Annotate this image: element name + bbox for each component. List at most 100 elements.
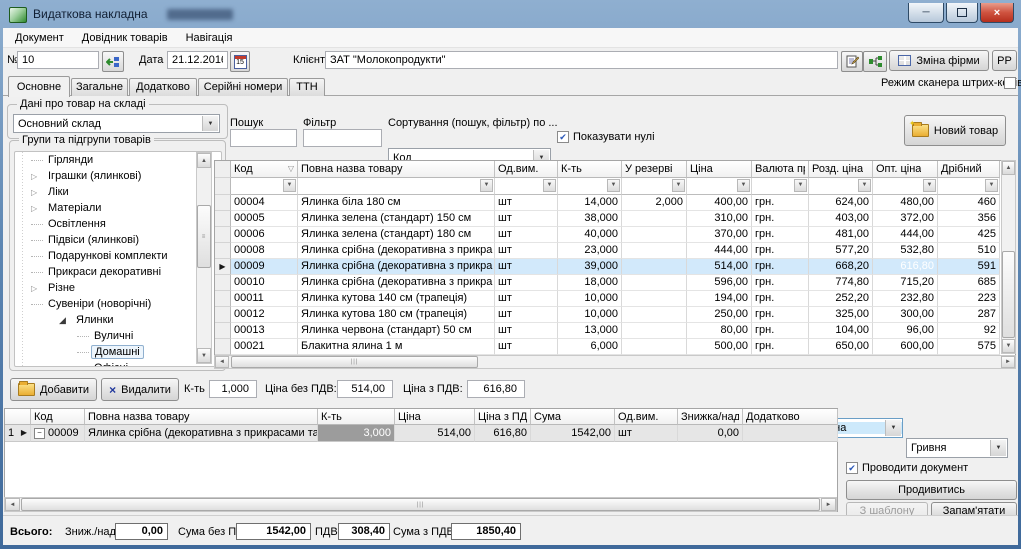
tree-item[interactable]: ▷Матеріали: [15, 200, 221, 216]
tree-item[interactable]: Подарункові комплекти: [15, 248, 221, 264]
tree-item[interactable]: Освітлення: [15, 216, 221, 232]
table-row[interactable]: 1▶−00009Ялинка срібна (декоративна з при…: [5, 425, 837, 442]
filter-cell[interactable]: ▼: [298, 178, 495, 195]
scroll-thumb[interactable]: |||: [231, 356, 478, 368]
price-gross-input[interactable]: [467, 380, 525, 398]
change-firm-button[interactable]: Зміна фірми: [889, 50, 989, 71]
column-header[interactable]: Дрібний: [938, 161, 1000, 178]
client-edit-button[interactable]: [841, 51, 863, 72]
table-row[interactable]: 00021Блакитна ялина 1 мшт6,000500,00грн.…: [215, 339, 1000, 355]
products-grid-vscrollbar[interactable]: ▲ ▼: [1001, 160, 1016, 354]
filter-cell[interactable]: ▼: [622, 178, 687, 195]
minimize-button[interactable]: ─: [908, 3, 944, 23]
menu-item-navigation[interactable]: Навігація: [177, 28, 242, 48]
scroll-thumb[interactable]: [1002, 251, 1015, 338]
filter-cell[interactable]: ▼: [231, 178, 298, 195]
client-structure-button[interactable]: [863, 51, 887, 72]
number-input[interactable]: [17, 51, 99, 69]
new-product-button[interactable]: ✦ Новий товар: [904, 115, 1006, 146]
filter-cell[interactable]: ▼: [558, 178, 622, 195]
collapse-node-icon[interactable]: −: [34, 428, 45, 439]
column-header[interactable]: Ціна: [687, 161, 752, 178]
tree-item[interactable]: Підвіси (ялинкові): [15, 232, 221, 248]
tab-additional[interactable]: Додатково: [129, 78, 197, 96]
filter-cell[interactable]: ▼: [495, 178, 558, 195]
column-header[interactable]: Сума: [531, 409, 615, 425]
client-input[interactable]: [325, 51, 838, 69]
chevron-down-icon[interactable]: ▼: [885, 420, 901, 436]
tab-main[interactable]: Основне: [8, 76, 70, 97]
column-header[interactable]: Ціна: [395, 409, 475, 425]
delete-button[interactable]: × Видалити: [101, 378, 179, 401]
column-header[interactable]: У резерві: [622, 161, 687, 178]
column-header[interactable]: Повна назва товару: [298, 161, 495, 178]
menu-item-products-dictionary[interactable]: Довідник товарів: [73, 28, 177, 48]
scanner-mode-checkbox[interactable]: [1004, 77, 1016, 89]
filter-dropdown-icon[interactable]: ▼: [543, 179, 556, 192]
filter-cell[interactable]: ▼: [873, 178, 938, 195]
filter-cell[interactable]: ▼: [687, 178, 752, 195]
chevron-down-icon[interactable]: ▼: [990, 440, 1006, 456]
table-row[interactable]: 00006Ялинка зелена (стандарт) 180 смшт40…: [215, 227, 1000, 243]
column-header[interactable]: Опт. ціна: [873, 161, 938, 178]
scroll-left-icon[interactable]: ◄: [215, 356, 229, 368]
scroll-right-icon[interactable]: ►: [1001, 356, 1015, 368]
calendar-button[interactable]: 15: [230, 51, 250, 72]
filter-cell[interactable]: ▼: [938, 178, 1000, 195]
tree-item[interactable]: Гірлянди: [15, 152, 221, 168]
chevron-down-icon[interactable]: ▼: [202, 116, 218, 131]
close-button[interactable]: ×: [980, 3, 1014, 23]
tree-item[interactable]: ◢Ялинки: [15, 312, 221, 328]
column-header[interactable]: Код: [31, 409, 85, 425]
add-button[interactable]: Добавити: [10, 378, 97, 401]
scroll-thumb[interactable]: ≡: [197, 205, 211, 268]
tab-ttn[interactable]: ТТН: [289, 78, 325, 96]
column-header[interactable]: Код▽: [231, 161, 298, 178]
tree-scrollbar[interactable]: ▲ ≡ ▼: [196, 152, 212, 364]
maximize-button[interactable]: [946, 3, 978, 23]
filter-cell[interactable]: ▼: [809, 178, 873, 195]
filter-dropdown-icon[interactable]: ▼: [607, 179, 620, 192]
date-input[interactable]: [167, 51, 228, 69]
menu-item-document[interactable]: Документ: [6, 28, 73, 48]
post-document-checkbox[interactable]: ✔: [846, 462, 858, 474]
filter-cell[interactable]: ▼: [752, 178, 809, 195]
table-row[interactable]: 00008Ялинка срібна (декоративна з прикра…: [215, 243, 1000, 259]
column-header[interactable]: Од.вим.: [615, 409, 678, 425]
show-zeros-checkbox[interactable]: ✔: [557, 131, 569, 143]
table-row[interactable]: ▶00009Ялинка срібна (декоративна з прикр…: [215, 259, 1000, 275]
table-row[interactable]: 00012Ялинка кутова 180 см (трапеція)шт10…: [215, 307, 1000, 323]
scroll-thumb[interactable]: |||: [21, 498, 820, 511]
tree-item[interactable]: Вуличні: [15, 328, 221, 344]
price-net-input[interactable]: [337, 380, 393, 398]
table-row[interactable]: 00005Ялинка зелена (стандарт) 150 смшт38…: [215, 211, 1000, 227]
table-row[interactable]: 00010Ялинка срібна (декоративна з прикра…: [215, 275, 1000, 291]
invoice-grid-hscrollbar[interactable]: ◄ ||| ►: [4, 497, 837, 512]
column-header[interactable]: Ціна з ПДВ: [475, 409, 531, 425]
tree-item[interactable]: Домашні: [15, 344, 221, 360]
column-header[interactable]: Повна назва товару: [85, 409, 318, 425]
expand-icon[interactable]: ▷: [31, 204, 45, 213]
table-row[interactable]: 00011Ялинка кутова 140 см (трапеція)шт10…: [215, 291, 1000, 307]
table-row[interactable]: 00013Ялинка червона (стандарт) 50 смшт13…: [215, 323, 1000, 339]
filter-dropdown-icon[interactable]: ▼: [737, 179, 750, 192]
column-header[interactable]: Од.вим.: [495, 161, 558, 178]
filter-dropdown-icon[interactable]: ▼: [794, 179, 807, 192]
scroll-up-icon[interactable]: ▲: [1002, 161, 1015, 175]
scroll-right-icon[interactable]: ►: [821, 498, 836, 511]
warehouse-select[interactable]: Основний склад ▼: [13, 114, 220, 133]
column-header[interactable]: Додатково: [743, 409, 838, 425]
expand-icon[interactable]: ▷: [31, 188, 45, 197]
products-grid-hscrollbar[interactable]: ◄ ||| ►: [214, 355, 1016, 369]
tree-item[interactable]: Прикраси декоративні: [15, 264, 221, 280]
filter-dropdown-icon[interactable]: ▼: [923, 179, 936, 192]
filter-input[interactable]: [303, 129, 382, 147]
expand-icon[interactable]: ▷: [31, 284, 45, 293]
tree-item[interactable]: ▷Ліки: [15, 184, 221, 200]
table-row[interactable]: 00004Ялинка біла 180 смшт14,0002,000400,…: [215, 195, 1000, 211]
tree-item[interactable]: Офісні: [15, 360, 221, 367]
number-assign-button[interactable]: [102, 51, 124, 72]
tab-serial-numbers[interactable]: Серійні номери: [198, 78, 288, 96]
tree-item[interactable]: Сувеніри (новорічні): [15, 296, 221, 312]
preview-button[interactable]: Продивитись: [846, 480, 1017, 500]
